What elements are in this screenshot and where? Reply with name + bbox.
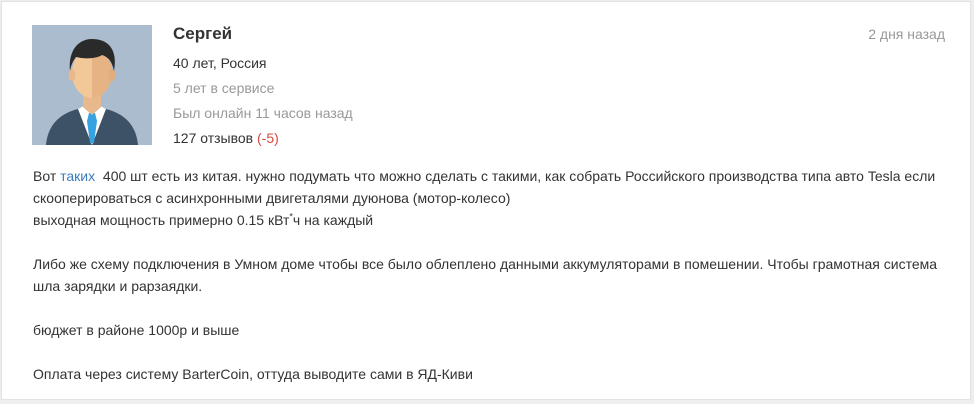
reviews-count: 127 отзывов: [173, 130, 254, 146]
message-paragraph: выходная мощность примерно 0.15 кВт*ч на…: [33, 209, 953, 231]
message-text: 400 шт есть из китая. нужно подумать что…: [33, 168, 940, 206]
message-paragraph: Оплата через систему BarterCoin, оттуда …: [33, 366, 473, 382]
message-link[interactable]: таких: [60, 168, 95, 184]
avatar[interactable]: [32, 25, 152, 145]
message-text: выходная мощность примерно 0.15 кВт: [33, 212, 290, 228]
review-card: Сергей 40 лет, Россия 5 лет в сервисе Бы…: [1, 1, 971, 400]
message-text: Вот: [33, 168, 61, 184]
message-text: ч на каждый: [292, 212, 374, 228]
message-paragraph: Вот таких 400 шт есть из китая. нужно по…: [33, 165, 953, 209]
message-body: Вот таких 400 шт есть из китая. нужно по…: [33, 165, 953, 385]
author-age-country: 40 лет, Россия: [173, 55, 267, 71]
author-last-online: Был онлайн 11 часов назад: [173, 105, 353, 121]
author-service-duration: 5 лет в сервисе: [173, 80, 275, 96]
post-date: 2 дня назад: [868, 26, 945, 42]
message-paragraph: бюджет в районе 1000р и выше: [33, 322, 240, 338]
message-paragraph: Либо же схему подключения в Умном доме ч…: [33, 256, 938, 294]
reviews-negative-delta: (-5): [257, 130, 279, 146]
author-reviews[interactable]: 127 отзывов (-5): [173, 129, 279, 147]
person-silhouette-icon: [32, 25, 152, 145]
author-name[interactable]: Сергей: [173, 24, 232, 44]
